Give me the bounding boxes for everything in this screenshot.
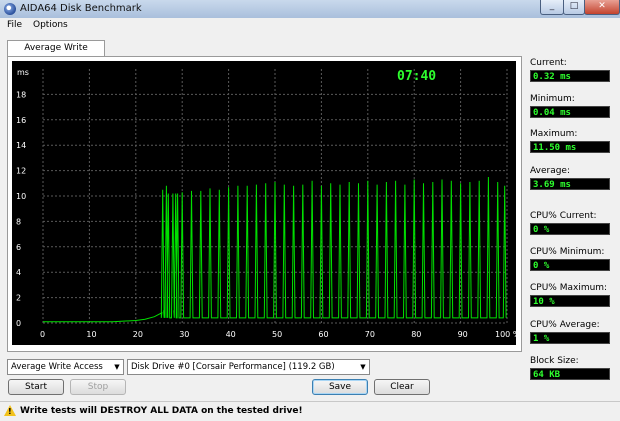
warning-mark: ! bbox=[8, 407, 12, 416]
y-tick-label: 14 bbox=[16, 141, 26, 150]
stat-value: 0 % bbox=[530, 259, 610, 271]
stat-value: 11.50 ms bbox=[530, 141, 610, 153]
y-tick-label: 16 bbox=[16, 116, 26, 125]
menu-bar: File Options bbox=[0, 18, 620, 34]
x-tick-label: 20 bbox=[133, 330, 143, 339]
close-button[interactable]: ✕ bbox=[584, 0, 620, 15]
x-tick-label: 100 % bbox=[495, 330, 516, 339]
y-tick-label: 10 bbox=[16, 192, 26, 201]
stat-label: CPU% Maximum: bbox=[530, 283, 608, 293]
benchmark-chart: 0 2 4 6 8 10 12 14 16 18 0 10 20 30 40 50 60 70 80 90 100 % m… bbox=[12, 61, 516, 345]
stat-label: Block Size: bbox=[530, 356, 579, 366]
start-button[interactable]: Start bbox=[8, 379, 64, 395]
chevron-down-icon: ▼ bbox=[360, 363, 366, 371]
x-tick-label: 30 bbox=[179, 330, 189, 339]
stat-label: Minimum: bbox=[530, 94, 575, 104]
stat-value: 0 % bbox=[530, 223, 610, 235]
stat-label: CPU% Average: bbox=[530, 320, 600, 330]
drive-value: Disk Drive #0 [Corsair Performance] (119… bbox=[131, 362, 335, 372]
test-type-select[interactable]: Average Write Access ▼ bbox=[7, 359, 124, 375]
stat-value: 0.32 ms bbox=[530, 70, 610, 82]
y-axis-label: ms bbox=[17, 68, 29, 77]
maximize-button[interactable]: □ bbox=[563, 0, 585, 15]
title-bar: AIDA64 Disk Benchmark _ □ ✕ bbox=[0, 0, 620, 18]
stat-label: Maximum: bbox=[530, 129, 578, 139]
x-tick-label: 50 bbox=[272, 330, 282, 339]
window-title: AIDA64 Disk Benchmark bbox=[20, 3, 142, 14]
stat-value: 3.69 ms bbox=[530, 178, 610, 190]
stat-label: Average: bbox=[530, 166, 570, 176]
stat-label: CPU% Current: bbox=[530, 211, 597, 221]
minimize-button[interactable]: _ bbox=[540, 0, 564, 15]
y-tick-label: 12 bbox=[16, 167, 26, 176]
y-tick-label: 0 bbox=[16, 319, 21, 328]
stat-label: CPU% Minimum: bbox=[530, 247, 605, 257]
menu-file[interactable]: File bbox=[7, 20, 22, 30]
y-tick-label: 18 bbox=[16, 90, 26, 99]
stat-value: 10 % bbox=[530, 295, 610, 307]
timer-readout: 07:40 bbox=[397, 69, 436, 84]
x-tick-label: 90 bbox=[458, 330, 468, 339]
tab-average-write-access[interactable]: Average Write Access bbox=[7, 40, 105, 68]
y-tick-label: 2 bbox=[16, 294, 21, 303]
chevron-down-icon: ▼ bbox=[114, 363, 120, 371]
y-tick-label: 4 bbox=[16, 268, 21, 277]
save-button[interactable]: Save bbox=[312, 379, 368, 395]
stat-value: 0.04 ms bbox=[530, 106, 610, 118]
status-bar: ! Write tests will DESTROY ALL DATA on t… bbox=[0, 401, 620, 421]
test-type-value: Average Write Access bbox=[11, 362, 103, 372]
series-line bbox=[43, 176, 507, 323]
stop-button[interactable]: Stop bbox=[70, 379, 126, 395]
clear-button[interactable]: Clear bbox=[374, 379, 430, 395]
drive-select[interactable]: Disk Drive #0 [Corsair Performance] (119… bbox=[127, 359, 370, 375]
warning-message: Write tests will DESTROY ALL DATA on the… bbox=[20, 406, 303, 416]
stat-value: 64 KB bbox=[530, 368, 610, 380]
x-tick-label: 60 bbox=[318, 330, 328, 339]
x-tick-label: 0 bbox=[40, 330, 45, 339]
x-tick-label: 10 bbox=[86, 330, 96, 339]
chart-svg: 0 2 4 6 8 10 12 14 16 18 0 10 20 30 40 50 60 70 80 90 100 % m… bbox=[16, 68, 516, 339]
app-icon bbox=[4, 3, 16, 15]
y-tick-label: 6 bbox=[16, 243, 21, 252]
menu-options[interactable]: Options bbox=[33, 20, 68, 30]
stat-label: Current: bbox=[530, 58, 567, 68]
x-tick-label: 80 bbox=[411, 330, 421, 339]
x-tick-label: 40 bbox=[226, 330, 236, 339]
y-tick-label: 8 bbox=[16, 217, 21, 226]
x-tick-label: 70 bbox=[365, 330, 375, 339]
stat-value: 1 % bbox=[530, 332, 610, 344]
